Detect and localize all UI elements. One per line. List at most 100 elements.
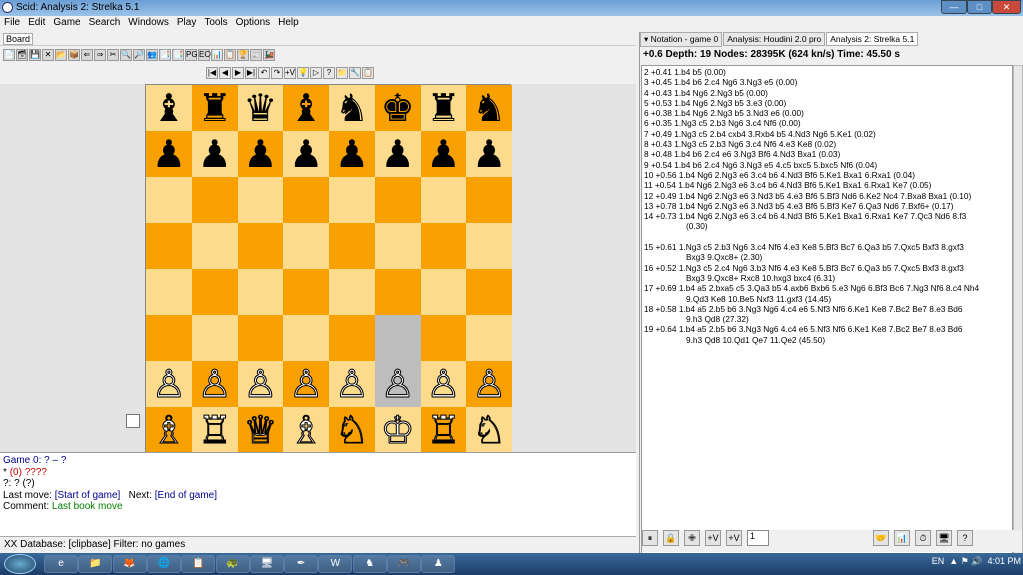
taskbar-app-6[interactable]: 🖥 (249, 555, 284, 573)
engine-lines[interactable]: 2 +0.41 1.b4 b5 (0.00) 3 +0.45 1.b4 b6 2.… (641, 65, 1013, 555)
nav-button-9[interactable]: ? (323, 67, 335, 79)
tab-analysis-houdini[interactable]: Analysis: Houdini 2.0 pro (723, 32, 826, 46)
black-piece[interactable]: ♟ (243, 135, 277, 173)
menu-tools[interactable]: Tools (200, 16, 231, 29)
black-piece[interactable]: ♞ (335, 89, 369, 127)
side-to-move-checkbox[interactable] (126, 414, 140, 428)
taskbar-app-3[interactable]: 🌐 (146, 555, 181, 573)
square-r2-c3[interactable] (283, 177, 329, 223)
square-r4-c5[interactable] (374, 269, 421, 315)
white-piece[interactable]: ♘ (334, 411, 369, 450)
square-r1-c4[interactable]: ♟ (329, 131, 375, 177)
square-r3-c1[interactable] (191, 223, 238, 269)
square-r3-c3[interactable] (283, 223, 329, 269)
toolbar-button-16[interactable]: 📊 (211, 49, 223, 61)
square-r4-c4[interactable] (329, 269, 375, 315)
square-r1-c3[interactable]: ♟ (283, 131, 329, 177)
square-r6-c6[interactable]: ♙ (420, 361, 467, 407)
black-piece[interactable]: ♛ (243, 89, 277, 127)
square-r5-c2[interactable] (237, 315, 284, 361)
toolbar-button-6[interactable]: ⇐ (81, 49, 93, 61)
white-piece[interactable]: ♙ (151, 365, 186, 404)
black-piece[interactable]: ♜ (426, 89, 460, 127)
square-r0-c3[interactable]: ♝ (283, 85, 329, 131)
toolbar-button-13[interactable]: 📑 (172, 49, 184, 61)
square-r4-c1[interactable] (191, 269, 238, 315)
square-r1-c5[interactable]: ♟ (374, 131, 421, 177)
square-r2-c1[interactable] (191, 177, 238, 223)
square-r7-c0[interactable]: ♗ (146, 407, 192, 453)
next-move-link[interactable]: [End of game] (155, 490, 217, 501)
chess-board[interactable]: ♝ ♜ ♛ ♝ ♞ ♚ ♜ ♞ ♟ ♟ ♟ ♟ ♟ ♟ ♟ ♟ ♙ ♙ ♙ ♙ ♙ ♙ ♙ ♙ ♗ ♖ ♕ ♗ ♘ ♔ ♖ ♘ (145, 84, 512, 453)
black-piece[interactable]: ♜ (198, 89, 232, 127)
square-r5-c6[interactable] (420, 315, 467, 361)
square-r5-c7[interactable] (466, 315, 512, 361)
event[interactable]: ???? (25, 467, 47, 478)
clock[interactable]: 4:01 PM (987, 556, 1021, 566)
taskbar-app-2[interactable]: 🦊 (112, 555, 147, 573)
toolbar-button-14[interactable]: PGN (185, 49, 203, 61)
square-r4-c3[interactable] (283, 269, 329, 315)
toolbar-button-11[interactable]: 👥 (146, 49, 158, 61)
square-r6-c5[interactable]: ♙ (374, 361, 421, 407)
taskbar-app-4[interactable]: 📋 (181, 555, 216, 573)
toolbar-button-18[interactable]: 🏆 (237, 49, 249, 61)
square-r7-c5[interactable]: ♔ (374, 407, 421, 453)
menu-play[interactable]: Play (173, 16, 200, 29)
nav-button-3[interactable]: ▶| (245, 67, 257, 79)
analysis-tool-right-1[interactable]: 📊 (894, 530, 910, 546)
black-piece[interactable]: ♝ (289, 89, 323, 127)
square-r2-c0[interactable] (146, 177, 192, 223)
square-r5-c5[interactable] (374, 315, 421, 361)
white-piece[interactable]: ♔ (380, 411, 415, 450)
multipv-spinner[interactable]: 1 (747, 530, 769, 546)
square-r0-c6[interactable]: ♜ (420, 85, 467, 131)
menu-help[interactable]: Help (274, 16, 303, 29)
nav-button-10[interactable]: 📁 (336, 67, 348, 79)
analysis-tool-2[interactable]: ✙ (684, 530, 700, 546)
square-r0-c2[interactable]: ♛ (237, 85, 284, 131)
black-piece[interactable]: ♞ (472, 89, 506, 127)
taskbar-app-11[interactable]: ♟ (421, 555, 456, 573)
square-r1-c1[interactable]: ♟ (191, 131, 238, 177)
toolbar-button-9[interactable]: 🔍 (120, 49, 132, 61)
menu-edit[interactable]: Edit (24, 16, 49, 29)
menu-search[interactable]: Search (85, 16, 125, 29)
nav-button-0[interactable]: |◀ (206, 67, 218, 79)
square-r4-c2[interactable] (237, 269, 284, 315)
language-indicator[interactable]: EN (932, 556, 945, 566)
start-button[interactable] (4, 554, 36, 574)
black-piece[interactable]: ♟ (198, 135, 232, 173)
white-piece[interactable]: ♙ (426, 365, 461, 404)
analysis-tool-1[interactable]: 🔒 (663, 530, 679, 546)
square-r3-c0[interactable] (146, 223, 192, 269)
white-piece[interactable]: ♗ (151, 411, 186, 450)
taskbar-app-5[interactable]: 🐢 (215, 555, 250, 573)
square-r7-c4[interactable]: ♘ (329, 407, 375, 453)
menu-windows[interactable]: Windows (124, 16, 173, 29)
white-piece[interactable]: ♙ (289, 365, 324, 404)
black-piece[interactable]: ♟ (381, 135, 415, 173)
black-piece[interactable]: ♝ (152, 89, 186, 127)
analysis-tool-right-4[interactable]: ? (957, 530, 973, 546)
white-piece[interactable]: ♙ (334, 365, 369, 404)
black-piece[interactable]: ♟ (472, 135, 506, 173)
square-r2-c2[interactable] (237, 177, 284, 223)
square-r4-c6[interactable] (420, 269, 467, 315)
white-piece[interactable]: ♖ (197, 411, 232, 450)
square-r5-c4[interactable] (329, 315, 375, 361)
taskbar-app-9[interactable]: ♞ (352, 555, 387, 573)
black-piece[interactable]: ♚ (381, 89, 415, 127)
square-r3-c4[interactable] (329, 223, 375, 269)
nav-button-6[interactable]: +V (284, 67, 296, 79)
toolbar-button-15[interactable]: ECO (198, 49, 216, 61)
square-r6-c7[interactable]: ♙ (466, 361, 512, 407)
nav-button-1[interactable]: ◀ (219, 67, 231, 79)
taskbar-app-0[interactable]: e (44, 555, 78, 573)
square-r3-c2[interactable] (237, 223, 284, 269)
black-piece[interactable]: ♟ (335, 135, 369, 173)
taskbar-app-7[interactable]: ✒ (284, 555, 319, 573)
nav-button-7[interactable]: 💡 (297, 67, 309, 79)
tab-board[interactable]: Board (3, 33, 34, 45)
square-r3-c5[interactable] (374, 223, 421, 269)
